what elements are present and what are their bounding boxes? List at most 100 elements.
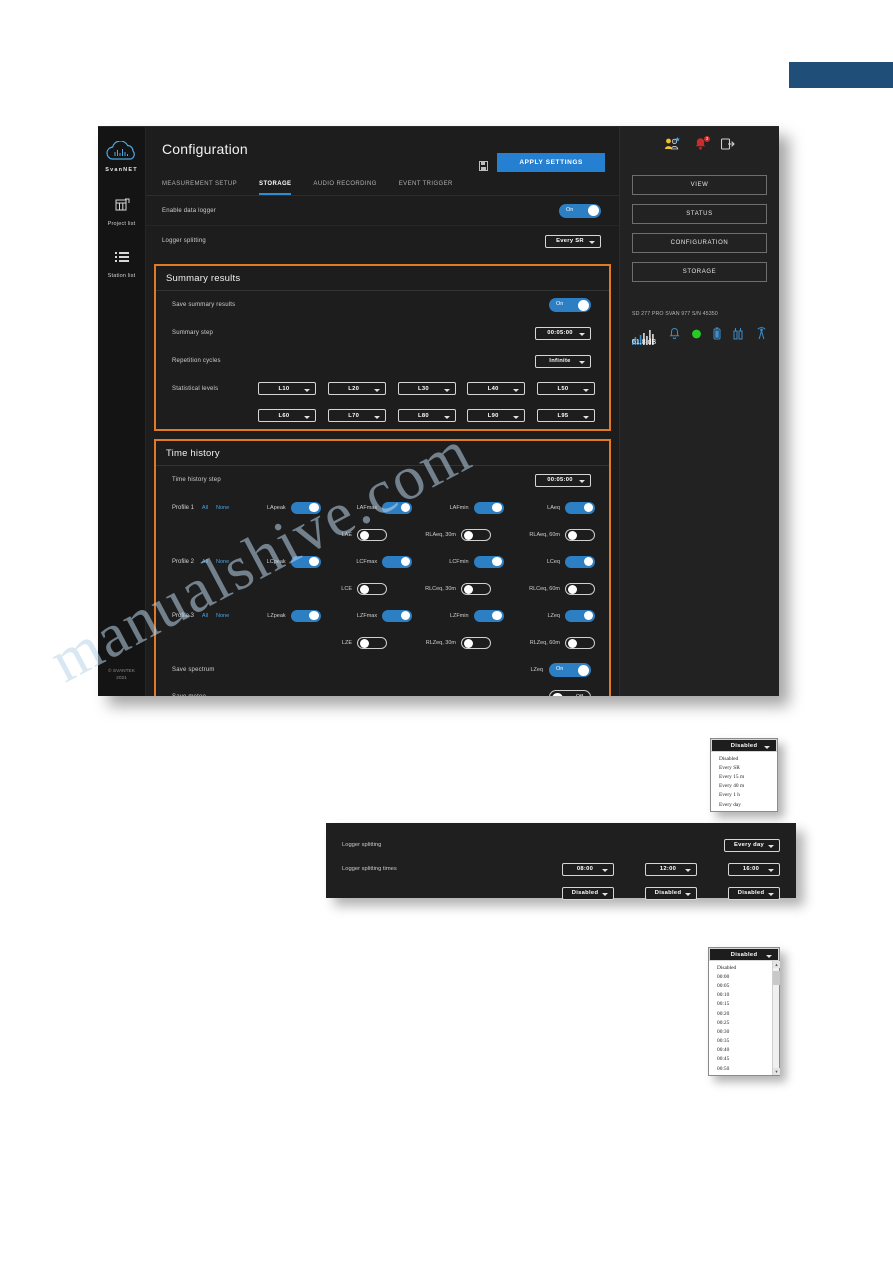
summary-step-select[interactable]: 00:05:00 xyxy=(535,326,591,340)
logger-splitting-select[interactable]: Every SR xyxy=(545,234,601,248)
dropdown-option[interactable]: Every 40 m xyxy=(711,782,777,791)
splitting-time-select[interactable]: 16:00 xyxy=(728,862,780,876)
device-button-configuration[interactable]: CONFIGURATION xyxy=(632,233,767,253)
save-summary-results-toggle[interactable]: On xyxy=(549,298,591,312)
profile-all-link[interactable]: All xyxy=(202,613,208,619)
toggle-knob xyxy=(400,502,411,512)
toggle-label: LAE xyxy=(341,531,352,538)
device-button-status[interactable]: STATUS xyxy=(632,204,767,224)
enable-data-logger-toggle[interactable]: On xyxy=(559,203,601,218)
rlaeq-60m-toggle[interactable] xyxy=(565,528,595,541)
repetition-cycles-select[interactable]: Infinite xyxy=(535,354,591,368)
profile-all-link[interactable]: All xyxy=(202,559,208,565)
device-button-storage[interactable]: STORAGE xyxy=(632,262,767,282)
save-spectrum-toggle[interactable]: On xyxy=(549,663,591,677)
profile-none-link[interactable]: None xyxy=(216,559,229,565)
device-button-view[interactable]: VIEW xyxy=(632,175,767,195)
lce-toggle[interactable] xyxy=(357,582,387,595)
apply-settings-button[interactable]: APPLY SETTINGS xyxy=(497,153,605,172)
statistical-level-select[interactable]: L80 xyxy=(397,409,456,422)
scroll-down-arrow[interactable]: ▼ xyxy=(773,1068,780,1076)
statistical-level-select[interactable]: L50 xyxy=(537,382,595,395)
dropdown-option[interactable]: 00:30 xyxy=(709,1027,779,1036)
dropdown-option[interactable]: Every 15 m xyxy=(711,772,777,781)
dropdown-option[interactable]: 00:00 xyxy=(709,972,779,981)
tab-event-trigger[interactable]: EVENT TRIGGER xyxy=(399,181,453,195)
splitting-time-select[interactable]: Disabled xyxy=(562,886,614,900)
statistical-level-select[interactable]: L95 xyxy=(537,409,595,422)
lcpeak-toggle[interactable] xyxy=(290,555,321,568)
splitting-time-select[interactable]: 12:00 xyxy=(645,862,697,876)
dropdown-option[interactable]: 00:25 xyxy=(709,1018,779,1027)
lzpeak-toggle[interactable] xyxy=(290,609,321,622)
dropdown-option[interactable]: Every day xyxy=(711,800,777,809)
lcfmin-toggle[interactable] xyxy=(473,555,504,568)
rlaeq-30m-toggle[interactable] xyxy=(461,528,491,541)
save-icon[interactable] xyxy=(479,158,489,171)
dropdown-option[interactable]: 00:10 xyxy=(709,991,779,1000)
laeq-toggle[interactable] xyxy=(565,501,595,514)
logout-icon[interactable] xyxy=(720,137,735,155)
dropdown-option[interactable]: Every SR xyxy=(711,763,777,772)
tab-measurement-setup[interactable]: MEASUREMENT SETUP xyxy=(162,181,237,195)
statistical-level-select[interactable]: L30 xyxy=(397,382,456,395)
profile-all-link[interactable]: All xyxy=(202,505,208,511)
lapeak-toggle[interactable] xyxy=(290,501,321,514)
lzeq-toggle[interactable] xyxy=(565,609,595,622)
scroll-up-arrow[interactable]: ▲ xyxy=(773,961,780,968)
row-save-spectrum: Save spectrum LZeq On xyxy=(156,656,609,684)
rlzeq-30m-toggle[interactable] xyxy=(461,636,491,649)
sidebar: SvanNET Project list Station list © SVAN… xyxy=(98,127,146,696)
dropdown-scrollbar[interactable]: ▲ ▼ xyxy=(772,961,780,1076)
toggle-label: RLAeq, 60m xyxy=(529,531,560,538)
dropdown-option[interactable]: 00:35 xyxy=(709,1037,779,1046)
lze-toggle[interactable] xyxy=(357,636,387,649)
statistical-level-select[interactable]: L20 xyxy=(327,382,386,395)
statistical-level-select[interactable]: L40 xyxy=(467,382,526,395)
profile-none-link[interactable]: None xyxy=(216,505,229,511)
dropdown-option[interactable]: 00:40 xyxy=(709,1046,779,1055)
lceq-toggle[interactable] xyxy=(565,555,595,568)
scroll-thumb[interactable] xyxy=(773,971,780,985)
save-meteo-toggle[interactable]: Off xyxy=(549,690,591,696)
tab-audio-recording[interactable]: AUDIO RECORDING xyxy=(313,181,376,195)
lae-toggle[interactable] xyxy=(357,528,387,541)
logger-splitting-popup-select[interactable]: Every day xyxy=(724,838,780,852)
dropdown-option[interactable]: 00:15 xyxy=(709,1000,779,1009)
sidebar-item-station-list[interactable]: Station list xyxy=(108,251,136,279)
lzfmin-toggle[interactable] xyxy=(473,609,504,622)
dropdown-option[interactable]: Every 1 h xyxy=(711,791,777,800)
splitting-time-select[interactable]: Disabled xyxy=(728,886,780,900)
dropdown-option[interactable]: 00:05 xyxy=(709,981,779,990)
dropdown-selected-value[interactable]: Disabled xyxy=(709,948,779,961)
lafmin-toggle[interactable] xyxy=(473,501,504,514)
statistical-level-select[interactable]: L70 xyxy=(327,409,386,422)
statistical-level-select[interactable]: L90 xyxy=(467,409,526,422)
toggle-knob xyxy=(492,610,502,620)
tab-storage[interactable]: STORAGE xyxy=(259,181,292,195)
statistical-level-select[interactable]: L10 xyxy=(258,382,316,395)
lcfmax-toggle[interactable] xyxy=(382,555,413,568)
dropdown-option[interactable]: Disabled xyxy=(709,963,779,972)
toggle-knob xyxy=(583,610,593,620)
users-star-icon[interactable] xyxy=(664,137,680,155)
dropdown-selected-value[interactable]: Disabled xyxy=(711,739,777,752)
splitting-time-select[interactable]: Disabled xyxy=(645,886,697,900)
lzfmax-toggle[interactable] xyxy=(382,609,413,622)
dropdown-option[interactable]: 00:20 xyxy=(709,1009,779,1018)
lafmax-toggle[interactable] xyxy=(382,501,413,514)
time-history-step-select[interactable]: 00:05:00 xyxy=(535,473,591,487)
dropdown-option[interactable]: 00:50 xyxy=(709,1064,779,1073)
rlceq-30m-toggle[interactable] xyxy=(461,582,491,595)
rlceq-60m-toggle[interactable] xyxy=(565,582,595,595)
sidebar-item-project-list[interactable]: Project list xyxy=(108,197,136,227)
dropdown-option[interactable]: 00:45 xyxy=(709,1055,779,1064)
dropdown-option[interactable]: Disabled xyxy=(711,754,777,763)
rlzeq-60m-toggle[interactable] xyxy=(565,636,595,649)
splitting-time-select[interactable]: 08:00 xyxy=(562,862,614,876)
statistical-level-select[interactable]: L60 xyxy=(258,409,316,422)
profile-none-link[interactable]: None xyxy=(216,613,229,619)
toggle-knob xyxy=(492,502,502,512)
notification-bell-icon[interactable]: 3 xyxy=(694,136,710,155)
row-save-summary-results: Save summary results On xyxy=(156,291,609,319)
